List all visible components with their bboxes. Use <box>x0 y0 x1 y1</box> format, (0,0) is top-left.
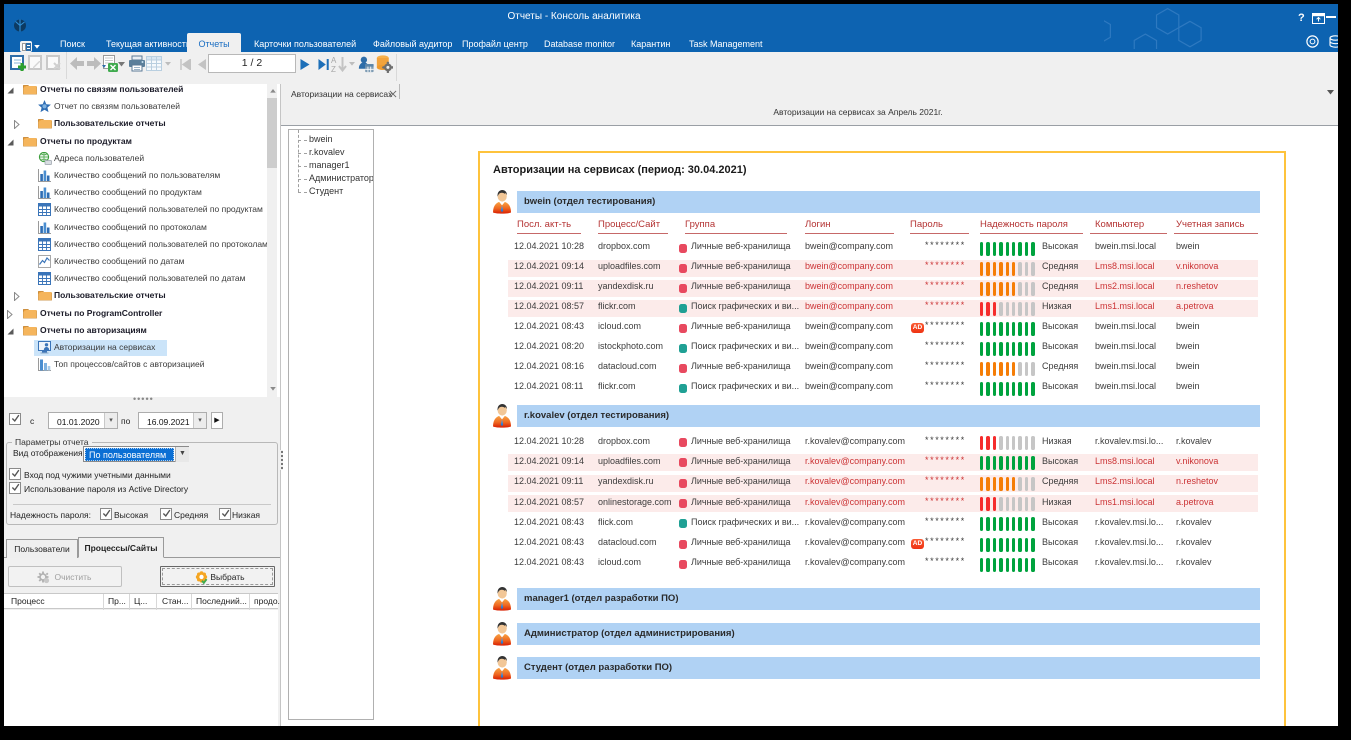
svg-text:A: A <box>331 56 337 65</box>
svg-text:Z: Z <box>331 65 336 74</box>
